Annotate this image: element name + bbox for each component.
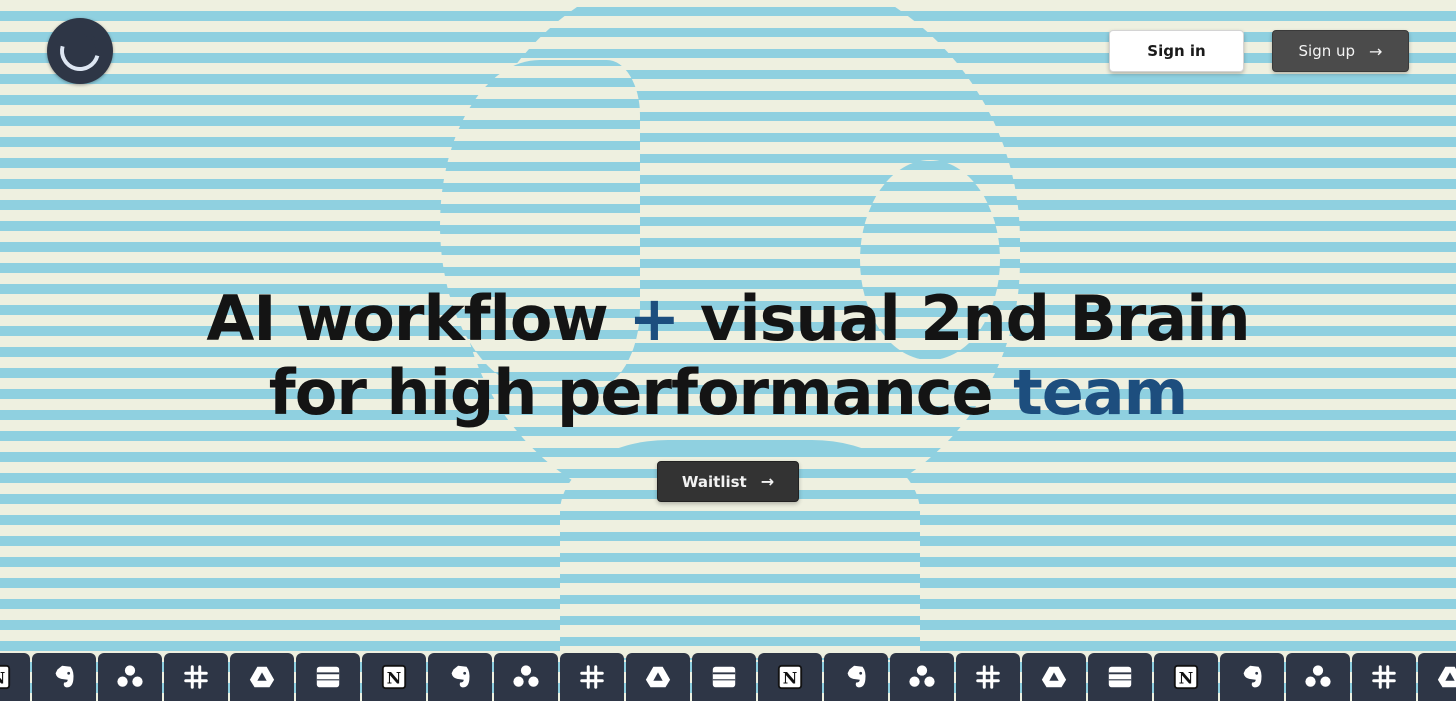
integration-tile[interactable] [956,653,1020,701]
notion-icon: N [379,662,409,692]
arrow-right-icon: → [1369,41,1383,61]
integration-tile[interactable]: N [362,653,426,701]
integration-tile[interactable] [1352,653,1416,701]
waitlist-label: Waitlist [681,472,747,491]
brand-logo[interactable] [47,18,113,84]
slack-icon [1369,662,1399,692]
headline-plus: + [628,282,680,355]
asana-icon [511,662,541,692]
sign-in-label: Sign in [1147,42,1206,60]
sign-up-button[interactable]: Sign up → [1272,30,1409,72]
integration-tile[interactable]: N [1154,653,1218,701]
integration-tile[interactable]: N [0,653,30,701]
integration-tile[interactable] [230,653,294,701]
svg-text:N: N [0,669,5,688]
notion-icon: N [0,662,13,692]
integration-tile[interactable] [428,653,492,701]
waitlist-button[interactable]: Waitlist → [657,461,799,502]
svg-text:N: N [783,669,798,688]
headline-visual-brain: visual 2nd Brain [699,282,1251,355]
integration-tile[interactable] [494,653,558,701]
slack-icon [973,662,1003,692]
stack-icon [1105,662,1135,692]
integration-tile[interactable] [824,653,888,701]
asana-icon [1303,662,1333,692]
stack-icon [709,662,739,692]
notion-icon: N [775,662,805,692]
integration-tile[interactable] [626,653,690,701]
integration-tile[interactable]: N [758,653,822,701]
headline-line-2: for high performance team [0,356,1456,430]
slack-icon [181,662,211,692]
integration-tile[interactable] [98,653,162,701]
sign-up-label: Sign up [1298,42,1356,60]
svg-text:N: N [1179,669,1194,688]
google-drive-icon [1435,662,1456,692]
integration-tile[interactable] [1418,653,1456,701]
integration-tile[interactable] [890,653,954,701]
sign-in-button[interactable]: Sign in [1109,30,1244,72]
integration-tile[interactable] [296,653,360,701]
evernote-icon [841,662,871,692]
evernote-icon [445,662,475,692]
evernote-icon [1237,662,1267,692]
evernote-icon [49,662,79,692]
integration-tile[interactable] [1088,653,1152,701]
integration-tile[interactable] [164,653,228,701]
integration-tile[interactable] [32,653,96,701]
integration-tile[interactable] [692,653,756,701]
integration-tile[interactable] [560,653,624,701]
integration-tile[interactable] [1022,653,1086,701]
slack-icon [577,662,607,692]
google-drive-icon [643,662,673,692]
headline-for-high-performance: for high performance [268,356,994,429]
svg-text:N: N [387,669,402,688]
integration-tile[interactable] [1220,653,1284,701]
google-drive-icon [1039,662,1069,692]
logo-ring-icon [52,23,108,79]
hero-headline: AI workflow + visual 2nd Brain for high … [0,282,1456,430]
asana-icon [907,662,937,692]
stack-icon [313,662,343,692]
arrow-right-icon: → [760,472,775,491]
google-drive-icon [247,662,277,692]
headline-team: team [1013,356,1188,429]
integration-tile[interactable] [1286,653,1350,701]
integrations-strip: NNNN [0,653,1456,701]
asana-icon [115,662,145,692]
notion-icon: N [1171,662,1201,692]
headline-ai-workflow: AI workflow [206,282,608,355]
headline-line-1: AI workflow + visual 2nd Brain [0,282,1456,356]
